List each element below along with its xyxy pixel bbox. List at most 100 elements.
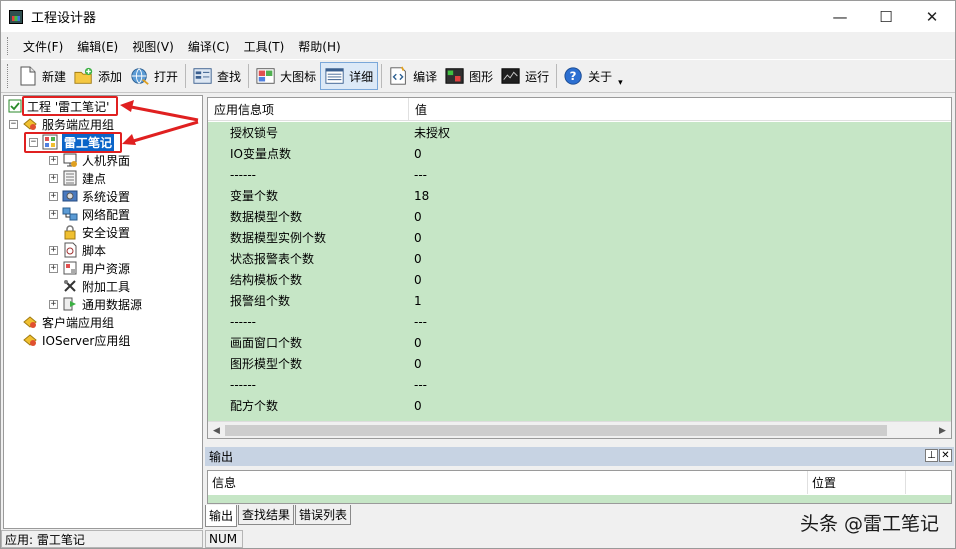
run-icon (501, 66, 521, 86)
compile-button[interactable]: 编译 (385, 62, 441, 90)
list-item[interactable]: ------ --- (208, 374, 951, 395)
large-icons-view-icon (256, 66, 276, 86)
find-icon (193, 66, 213, 86)
expand-toggle[interactable]: + (49, 191, 58, 201)
group-icon (22, 332, 38, 348)
list-item[interactable]: 结构模板个数 0 (208, 269, 951, 290)
annotation-arrow-icon (120, 100, 199, 145)
toolbar-separator (185, 64, 187, 88)
toolbar-overflow-icon[interactable]: ▾ (618, 78, 623, 88)
tree-item-points[interactable]: + 建点 (49, 169, 106, 187)
graphics-button[interactable]: 图形 (441, 62, 497, 90)
find-button[interactable]: 查找 (189, 62, 245, 90)
tree-item-client-group[interactable]: 客户端应用组 (22, 313, 114, 331)
list-item[interactable]: IO变量点数 0 (208, 143, 951, 164)
group-icon (22, 116, 38, 132)
output-list-header: 信息 位置 (208, 471, 953, 494)
detail-button[interactable]: 详细 (320, 62, 379, 90)
column-header-info[interactable]: 信息 (208, 471, 808, 494)
menubar-grip[interactable] (7, 37, 10, 55)
menu-help[interactable]: 帮助(H) (291, 36, 347, 57)
lock-icon (62, 224, 78, 240)
graphics-label: 图形 (469, 69, 494, 84)
menu-compile[interactable]: 编译(C) (181, 36, 237, 57)
tree-label-user-resources: 用户资源 (82, 261, 131, 276)
list-item[interactable]: 画面窗口个数 0 (208, 332, 951, 353)
open-label: 打开 (154, 69, 179, 84)
expand-toggle[interactable]: + (49, 263, 58, 273)
expand-toggle[interactable]: + (49, 209, 58, 219)
new-button[interactable]: 新建 (14, 62, 70, 90)
menu-edit[interactable]: 编辑(E) (70, 36, 125, 57)
menu-view[interactable]: 视图(V) (125, 36, 181, 57)
toolbar-grip[interactable] (7, 64, 10, 88)
column-header-value[interactable]: 值 (409, 98, 951, 121)
annotation-box-app (24, 132, 122, 153)
list-item[interactable]: 报警组个数 1 (208, 290, 951, 311)
column-header-position[interactable]: 位置 (808, 471, 906, 494)
tree-item-network-config[interactable]: + 网络配置 (49, 205, 130, 223)
collapse-toggle[interactable]: − (9, 119, 18, 129)
compile-label: 编译 (413, 69, 438, 84)
close-button[interactable]: ✕ (909, 1, 955, 32)
tree-item-system-settings[interactable]: + 系统设置 (49, 187, 130, 205)
tree-item-ioserver-group[interactable]: IOServer应用组 (22, 331, 130, 349)
list-item[interactable]: 授权锁号 未授权 (208, 122, 951, 143)
svg-text:?: ? (570, 69, 577, 83)
pin-icon[interactable]: ⊥ (925, 449, 938, 462)
tree-item-security[interactable]: 安全设置 (62, 223, 130, 241)
list-item[interactable]: 变量个数 18 (208, 185, 951, 206)
menu-tools[interactable]: 工具(T) (237, 36, 292, 57)
list-item[interactable]: ------ --- (208, 311, 951, 332)
tree-item-addon-tools[interactable]: 附加工具 (62, 277, 130, 295)
horizontal-scrollbar[interactable]: ◀ ▶ (208, 421, 951, 438)
tools-icon (62, 278, 78, 294)
tree-item-server-group[interactable]: − 服务端应用组 (9, 115, 114, 133)
list-item[interactable]: 数据模型个数 0 (208, 206, 951, 227)
toolbar: 新建 添加 打开 查找 大图标 详细 编译 图形 运行 ? 关于 ▾ (1, 59, 955, 93)
details-view-icon (325, 66, 345, 86)
list-item[interactable]: 状态报警表个数 0 (208, 248, 951, 269)
add-label: 添加 (98, 69, 123, 84)
expand-toggle[interactable]: + (49, 299, 58, 309)
close-icon[interactable]: ✕ (939, 449, 952, 462)
list-item[interactable]: 数据模型实例个数 0 (208, 227, 951, 248)
find-label: 查找 (217, 69, 242, 84)
add-button[interactable]: 添加 (70, 62, 126, 90)
tree-item-script[interactable]: + 脚本 (49, 241, 106, 259)
tab-output[interactable]: 输出 (205, 505, 238, 527)
list-item[interactable]: 图形模型个数 0 (208, 353, 951, 374)
add-folder-icon (74, 66, 94, 86)
tree-item-user-resources[interactable]: + 用户资源 (49, 259, 130, 277)
output-list: 信息 位置 (207, 470, 952, 504)
expand-toggle[interactable]: + (49, 245, 58, 255)
scroll-left-icon[interactable]: ◀ (208, 422, 225, 438)
large-icon-button[interactable]: 大图标 (252, 62, 320, 90)
open-button[interactable]: 打开 (126, 62, 182, 90)
help-icon: ? (564, 66, 584, 86)
run-button[interactable]: 运行 (497, 62, 553, 90)
scrollbar-thumb[interactable] (225, 425, 887, 436)
graphics-icon (445, 66, 465, 86)
tree-item-data-source[interactable]: + 通用数据源 (49, 295, 142, 313)
new-file-icon (18, 66, 38, 86)
maximize-button[interactable]: ☐ (863, 1, 909, 32)
list-item[interactable]: 配方个数 0 (208, 395, 951, 416)
menu-file[interactable]: 文件(F) (16, 36, 70, 57)
tree-label-network-config: 网络配置 (82, 207, 131, 222)
tab-find-results[interactable]: 查找结果 (238, 505, 295, 525)
title-bar: 工程设计器 — ☐ ✕ (1, 1, 955, 32)
scroll-right-icon[interactable]: ▶ (934, 422, 951, 438)
expand-toggle[interactable]: + (49, 173, 58, 183)
group-icon (22, 314, 38, 330)
tab-error-list[interactable]: 错误列表 (295, 505, 352, 525)
about-button[interactable]: ? 关于 (560, 62, 616, 90)
output-list-body (208, 495, 951, 503)
output-panel-title: 输出 ⊥ ✕ (205, 447, 954, 466)
tree-item-hmi[interactable]: + 人机界面 (49, 151, 130, 169)
points-icon (62, 170, 78, 186)
list-item[interactable]: ------ --- (208, 164, 951, 185)
expand-toggle[interactable]: + (49, 155, 58, 165)
minimize-button[interactable]: — (817, 1, 863, 32)
column-header-item[interactable]: 应用信息项 (208, 98, 409, 121)
